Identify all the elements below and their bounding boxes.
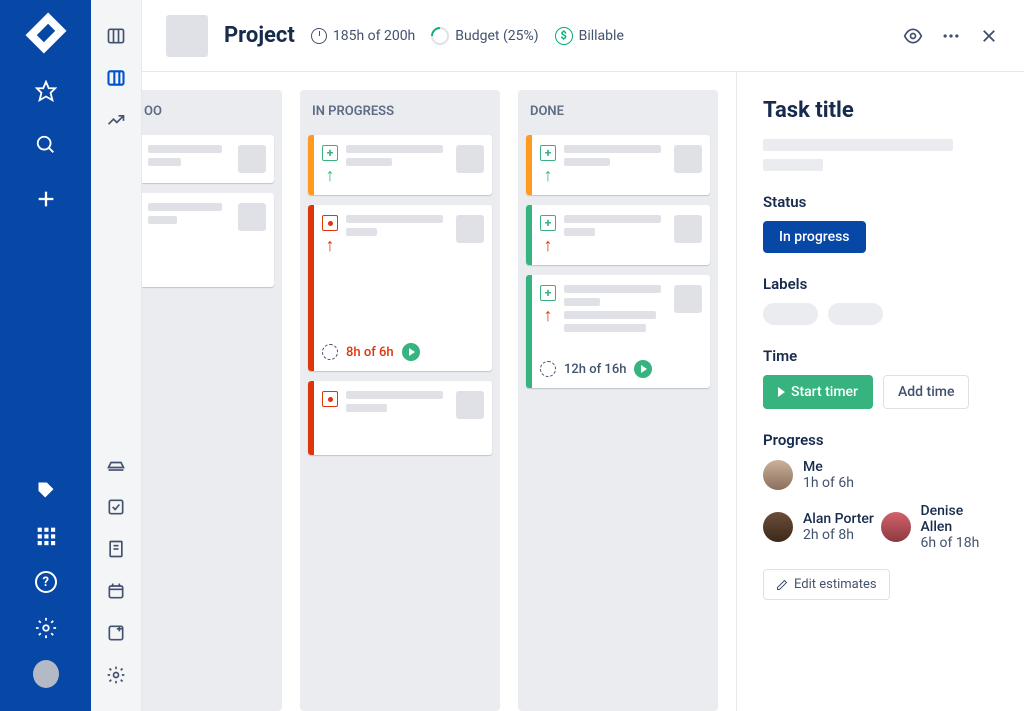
more-icon[interactable] — [940, 25, 962, 47]
story-icon: + — [540, 215, 556, 231]
task-card[interactable] — [142, 193, 274, 287]
progress-label: Progress — [763, 431, 998, 449]
settings-icon[interactable] — [33, 615, 59, 641]
budget-ring-icon — [428, 23, 453, 48]
board-column-todo: OO — [142, 90, 282, 711]
play-timer-icon[interactable] — [634, 360, 652, 378]
card-thumbnail — [674, 145, 702, 173]
task-card[interactable] — [308, 381, 492, 455]
start-timer-button[interactable]: Start timer — [763, 375, 873, 409]
time-logged: 8h of 6h — [346, 345, 394, 360]
tag-icon[interactable] — [33, 477, 59, 503]
help-icon[interactable]: ? — [33, 569, 59, 595]
progress-entry: Denise Allen 6h of 18h — [881, 503, 999, 551]
label-chip[interactable] — [763, 303, 818, 325]
priority-high-icon: ↑ — [544, 307, 553, 325]
pages-icon[interactable] — [104, 537, 128, 561]
task-card[interactable]: + ↑ — [308, 135, 492, 195]
board-column-inprogress: IN PROGRESS + ↑ — [300, 90, 500, 711]
progress-entry: Alan Porter 2h of 8h — [763, 503, 881, 551]
priority-up-icon: ↑ — [326, 167, 335, 185]
watch-icon[interactable] — [902, 25, 924, 47]
add-shortcut-icon[interactable] — [104, 621, 128, 645]
clock-icon — [540, 361, 556, 377]
dollar-icon: $ — [555, 27, 573, 45]
status-value[interactable]: In progress — [763, 221, 866, 253]
global-sidebar: ? — [0, 0, 91, 711]
priority-up-icon: ↑ — [544, 167, 553, 185]
column-title: OO — [142, 102, 274, 125]
story-icon: + — [540, 285, 556, 301]
label-chip[interactable] — [828, 303, 883, 325]
task-detail-panel: Task title Status In progress Labels Tim… — [736, 72, 1024, 711]
labels-label: Labels — [763, 275, 998, 293]
issues-icon[interactable] — [104, 495, 128, 519]
card-thumbnail — [456, 215, 484, 243]
close-icon[interactable] — [978, 25, 1000, 47]
search-icon[interactable] — [33, 132, 59, 158]
clock-icon — [322, 344, 338, 360]
project-title: Project — [224, 23, 295, 48]
bug-icon — [322, 215, 338, 231]
time-budget-metric[interactable]: 185h of 200h — [311, 28, 415, 44]
project-sidebar — [91, 0, 142, 711]
card-thumbnail — [456, 391, 484, 419]
bug-icon — [322, 391, 338, 407]
story-icon: + — [540, 145, 556, 161]
calendar-icon[interactable] — [104, 579, 128, 603]
task-card[interactable]: + ↑ — [526, 205, 710, 265]
card-thumbnail — [674, 285, 702, 313]
clock-icon — [311, 28, 327, 44]
backlog-icon[interactable] — [104, 24, 128, 48]
card-thumbnail — [238, 203, 266, 231]
story-icon: + — [322, 145, 338, 161]
plus-icon[interactable] — [33, 186, 59, 212]
priority-high-icon: ↑ — [544, 237, 553, 255]
apps-grid-icon[interactable] — [33, 523, 59, 549]
card-thumbnail — [674, 215, 702, 243]
progress-entry: Me 1h of 6h — [763, 459, 998, 491]
task-card[interactable]: ↑ 8h of 6h — [308, 205, 492, 371]
column-title: IN PROGRESS — [308, 102, 492, 125]
board-column-done: DONE + ↑ — [518, 90, 718, 711]
task-card[interactable] — [142, 135, 274, 183]
play-timer-icon[interactable] — [402, 343, 420, 361]
card-thumbnail — [238, 145, 266, 173]
column-title: DONE — [526, 102, 710, 125]
user-avatar — [881, 512, 911, 542]
ship-icon[interactable] — [104, 453, 128, 477]
board-icon[interactable] — [104, 66, 128, 90]
project-header: Project 185h of 200h Budget (25%) $ Bill… — [142, 0, 1024, 72]
star-icon[interactable] — [33, 78, 59, 104]
user-avatar — [763, 512, 793, 542]
task-card[interactable]: + ↑ — [526, 135, 710, 195]
time-label: Time — [763, 347, 998, 365]
add-time-button[interactable]: Add time — [883, 375, 969, 409]
card-thumbnail — [456, 145, 484, 173]
status-label: Status — [763, 193, 998, 211]
edit-estimates-button[interactable]: Edit estimates — [763, 569, 890, 600]
project-settings-icon[interactable] — [104, 663, 128, 687]
task-title: Task title — [763, 98, 998, 123]
project-avatar — [166, 15, 208, 57]
jira-logo-icon[interactable] — [33, 24, 59, 50]
priority-high-icon: ↑ — [326, 237, 335, 255]
profile-avatar-icon[interactable] — [33, 661, 59, 687]
budget-metric[interactable]: Budget (25%) — [431, 27, 538, 45]
billable-metric[interactable]: $ Billable — [555, 27, 624, 45]
kanban-board: OO — [142, 72, 736, 711]
reports-icon[interactable] — [104, 108, 128, 132]
task-card[interactable]: + ↑ 12h of 16h — [526, 275, 710, 388]
time-logged: 12h of 16h — [564, 362, 626, 377]
user-avatar — [763, 460, 793, 490]
